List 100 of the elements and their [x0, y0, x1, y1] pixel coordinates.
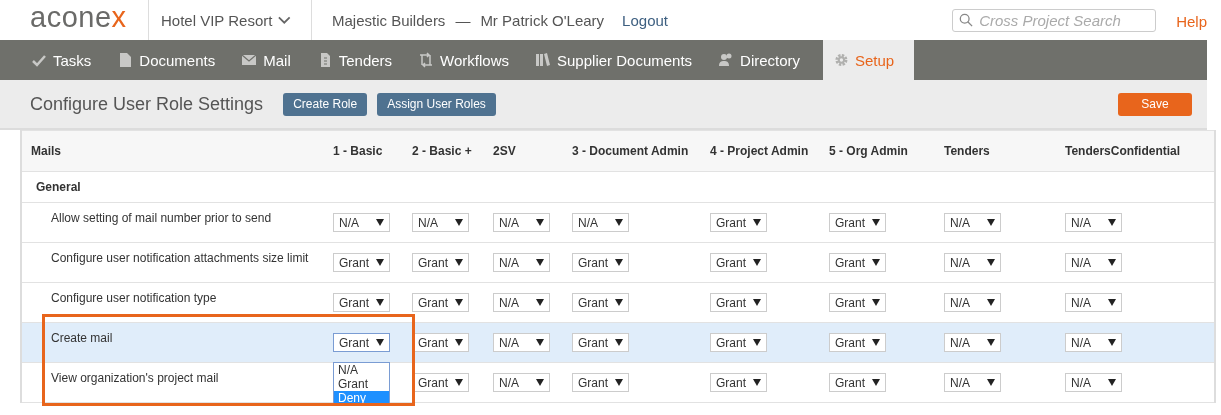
permission-dropdown[interactable]: N/A [1065, 213, 1122, 232]
nav-tab[interactable]: Workflows [407, 40, 520, 80]
envelope-icon [241, 52, 258, 68]
caret-icon [753, 219, 761, 226]
permission-dropdown[interactable]: Grant [710, 253, 767, 272]
caret-icon [455, 259, 463, 266]
page-title: Configure User Role Settings [30, 93, 264, 115]
caret-icon [753, 379, 761, 386]
permission-dropdown[interactable]: Grant [710, 333, 767, 352]
logo[interactable]: aconex [0, 2, 148, 32]
dropdown-option[interactable]: N/A [334, 363, 389, 377]
permission-dropdown[interactable]: N/A [944, 293, 1001, 312]
permission-dropdown[interactable]: Grant [572, 333, 629, 352]
permission-label: Configure user notification attachments size limit [50, 250, 310, 265]
caret-icon [753, 299, 761, 306]
column-header: 2 - Basic + [412, 144, 473, 158]
permission-dropdown[interactable]: N/A [1065, 333, 1122, 352]
column-header: 4 - Project Admin [710, 144, 810, 158]
search-icon [959, 12, 974, 28]
separator: — [455, 11, 471, 29]
column-header: 3 - Document Admin [572, 144, 690, 158]
nav-tab[interactable]: Tenders [305, 40, 404, 80]
permission-dropdown[interactable]: Grant [710, 213, 767, 232]
caret-icon [1108, 379, 1116, 386]
permission-dropdown[interactable]: Grant [829, 213, 886, 232]
nav-tab[interactable]: Directory [707, 40, 812, 80]
permission-dropdown[interactable]: Grant [412, 293, 469, 312]
permission-dropdown[interactable]: N/A [493, 253, 550, 272]
binders-icon [535, 52, 551, 68]
permission-dropdown[interactable]: N/A [493, 333, 550, 352]
caret-icon [536, 339, 544, 346]
permission-dropdown[interactable]: Grant [572, 253, 629, 272]
search-field[interactable]: Cross Project Search [952, 8, 1157, 32]
permission-dropdown[interactable]: N/A [333, 213, 390, 232]
caret-icon [987, 219, 995, 226]
chevron-down-icon [278, 15, 291, 25]
nav-tab[interactable]: Supplier Documents [524, 40, 704, 80]
permission-dropdown[interactable]: Grant [710, 373, 767, 392]
caret-icon [615, 339, 623, 346]
permission-dropdown[interactable]: N/A [1065, 293, 1122, 312]
caret-icon [536, 259, 544, 266]
column-header: 5 - Org Admin [829, 144, 909, 158]
permission-dropdown[interactable]: Grant [412, 253, 469, 272]
caret-icon [455, 299, 463, 306]
permission-dropdown[interactable]: Grant [829, 373, 886, 392]
permission-label: Configure user notification type [50, 290, 218, 305]
permission-dropdown[interactable]: Grant [829, 253, 886, 272]
permission-dropdown[interactable]: N/A [944, 333, 1001, 352]
column-header: TendersConfidential [1065, 144, 1182, 158]
caret-icon [987, 379, 995, 386]
column-header: Tenders [944, 144, 991, 158]
caret-icon [872, 219, 880, 226]
permission-dropdown[interactable]: N/A [572, 213, 629, 232]
caret-icon [1108, 299, 1116, 306]
permission-dropdown[interactable]: Grant [333, 253, 390, 272]
permission-label: Allow setting of mail number prior to send [50, 210, 273, 225]
caret-icon [376, 339, 384, 346]
column-header: 1 - Basic [333, 144, 384, 158]
caret-icon [376, 219, 384, 226]
permission-dropdown[interactable]: N/A [412, 213, 469, 232]
table-row[interactable]: Configure user notification attachments size limit Grant Grant N/A Grant Grant Grant N/A N/A [22, 243, 1214, 283]
permission-dropdown[interactable]: N/A [1065, 253, 1122, 272]
caret-icon [376, 259, 384, 266]
permission-dropdown[interactable]: Grant [333, 293, 390, 312]
permission-dropdown[interactable]: N/A [944, 213, 1001, 232]
toolbar-button[interactable]: Create Role [283, 92, 368, 116]
permission-dropdown[interactable]: Grant [572, 373, 629, 392]
caret-icon [615, 379, 623, 386]
organization-name: Majestic Builders [332, 11, 446, 29]
permission-dropdown[interactable]: Grant [333, 333, 390, 352]
caret-icon [536, 379, 544, 386]
caret-icon [455, 219, 463, 226]
permission-dropdown[interactable]: N/A [944, 253, 1001, 272]
permission-dropdown[interactable]: N/A [1065, 373, 1122, 392]
caret-icon [615, 299, 623, 306]
permission-dropdown[interactable]: Grant [412, 333, 469, 352]
caret-icon [1108, 259, 1116, 266]
permission-dropdown[interactable]: N/A [493, 213, 550, 232]
permission-dropdown[interactable]: N/A [944, 373, 1001, 392]
permission-dropdown[interactable]: Grant [829, 293, 886, 312]
nav-tab[interactable]: Tasks [20, 40, 103, 80]
nav-tab[interactable]: Mail [230, 40, 302, 80]
column-header: 2SV [493, 144, 517, 158]
permission-dropdown[interactable]: Grant [710, 293, 767, 312]
caret-icon [1108, 339, 1116, 346]
caret-icon [536, 299, 544, 306]
nav-tab[interactable]: Documents [106, 40, 227, 80]
permission-dropdown[interactable]: Grant [829, 333, 886, 352]
permission-dropdown[interactable]: Grant [572, 293, 629, 312]
toolbar-button[interactable]: Assign User Roles [377, 92, 496, 116]
permission-dropdown[interactable]: N/A [493, 373, 550, 392]
dropdown-option[interactable]: Grant [334, 377, 389, 391]
caret-icon [455, 379, 463, 386]
permission-dropdown[interactable]: N/A [493, 293, 550, 312]
permission-dropdown[interactable]: Grant [412, 373, 469, 392]
caret-icon [872, 299, 880, 306]
logout-link[interactable]: Logout [622, 11, 668, 29]
caret-icon [1108, 219, 1116, 226]
table-row[interactable]: Allow setting of mail number prior to send N/A N/A N/A N/A Grant Grant N/A N/A [22, 203, 1214, 243]
caret-icon [615, 219, 623, 226]
